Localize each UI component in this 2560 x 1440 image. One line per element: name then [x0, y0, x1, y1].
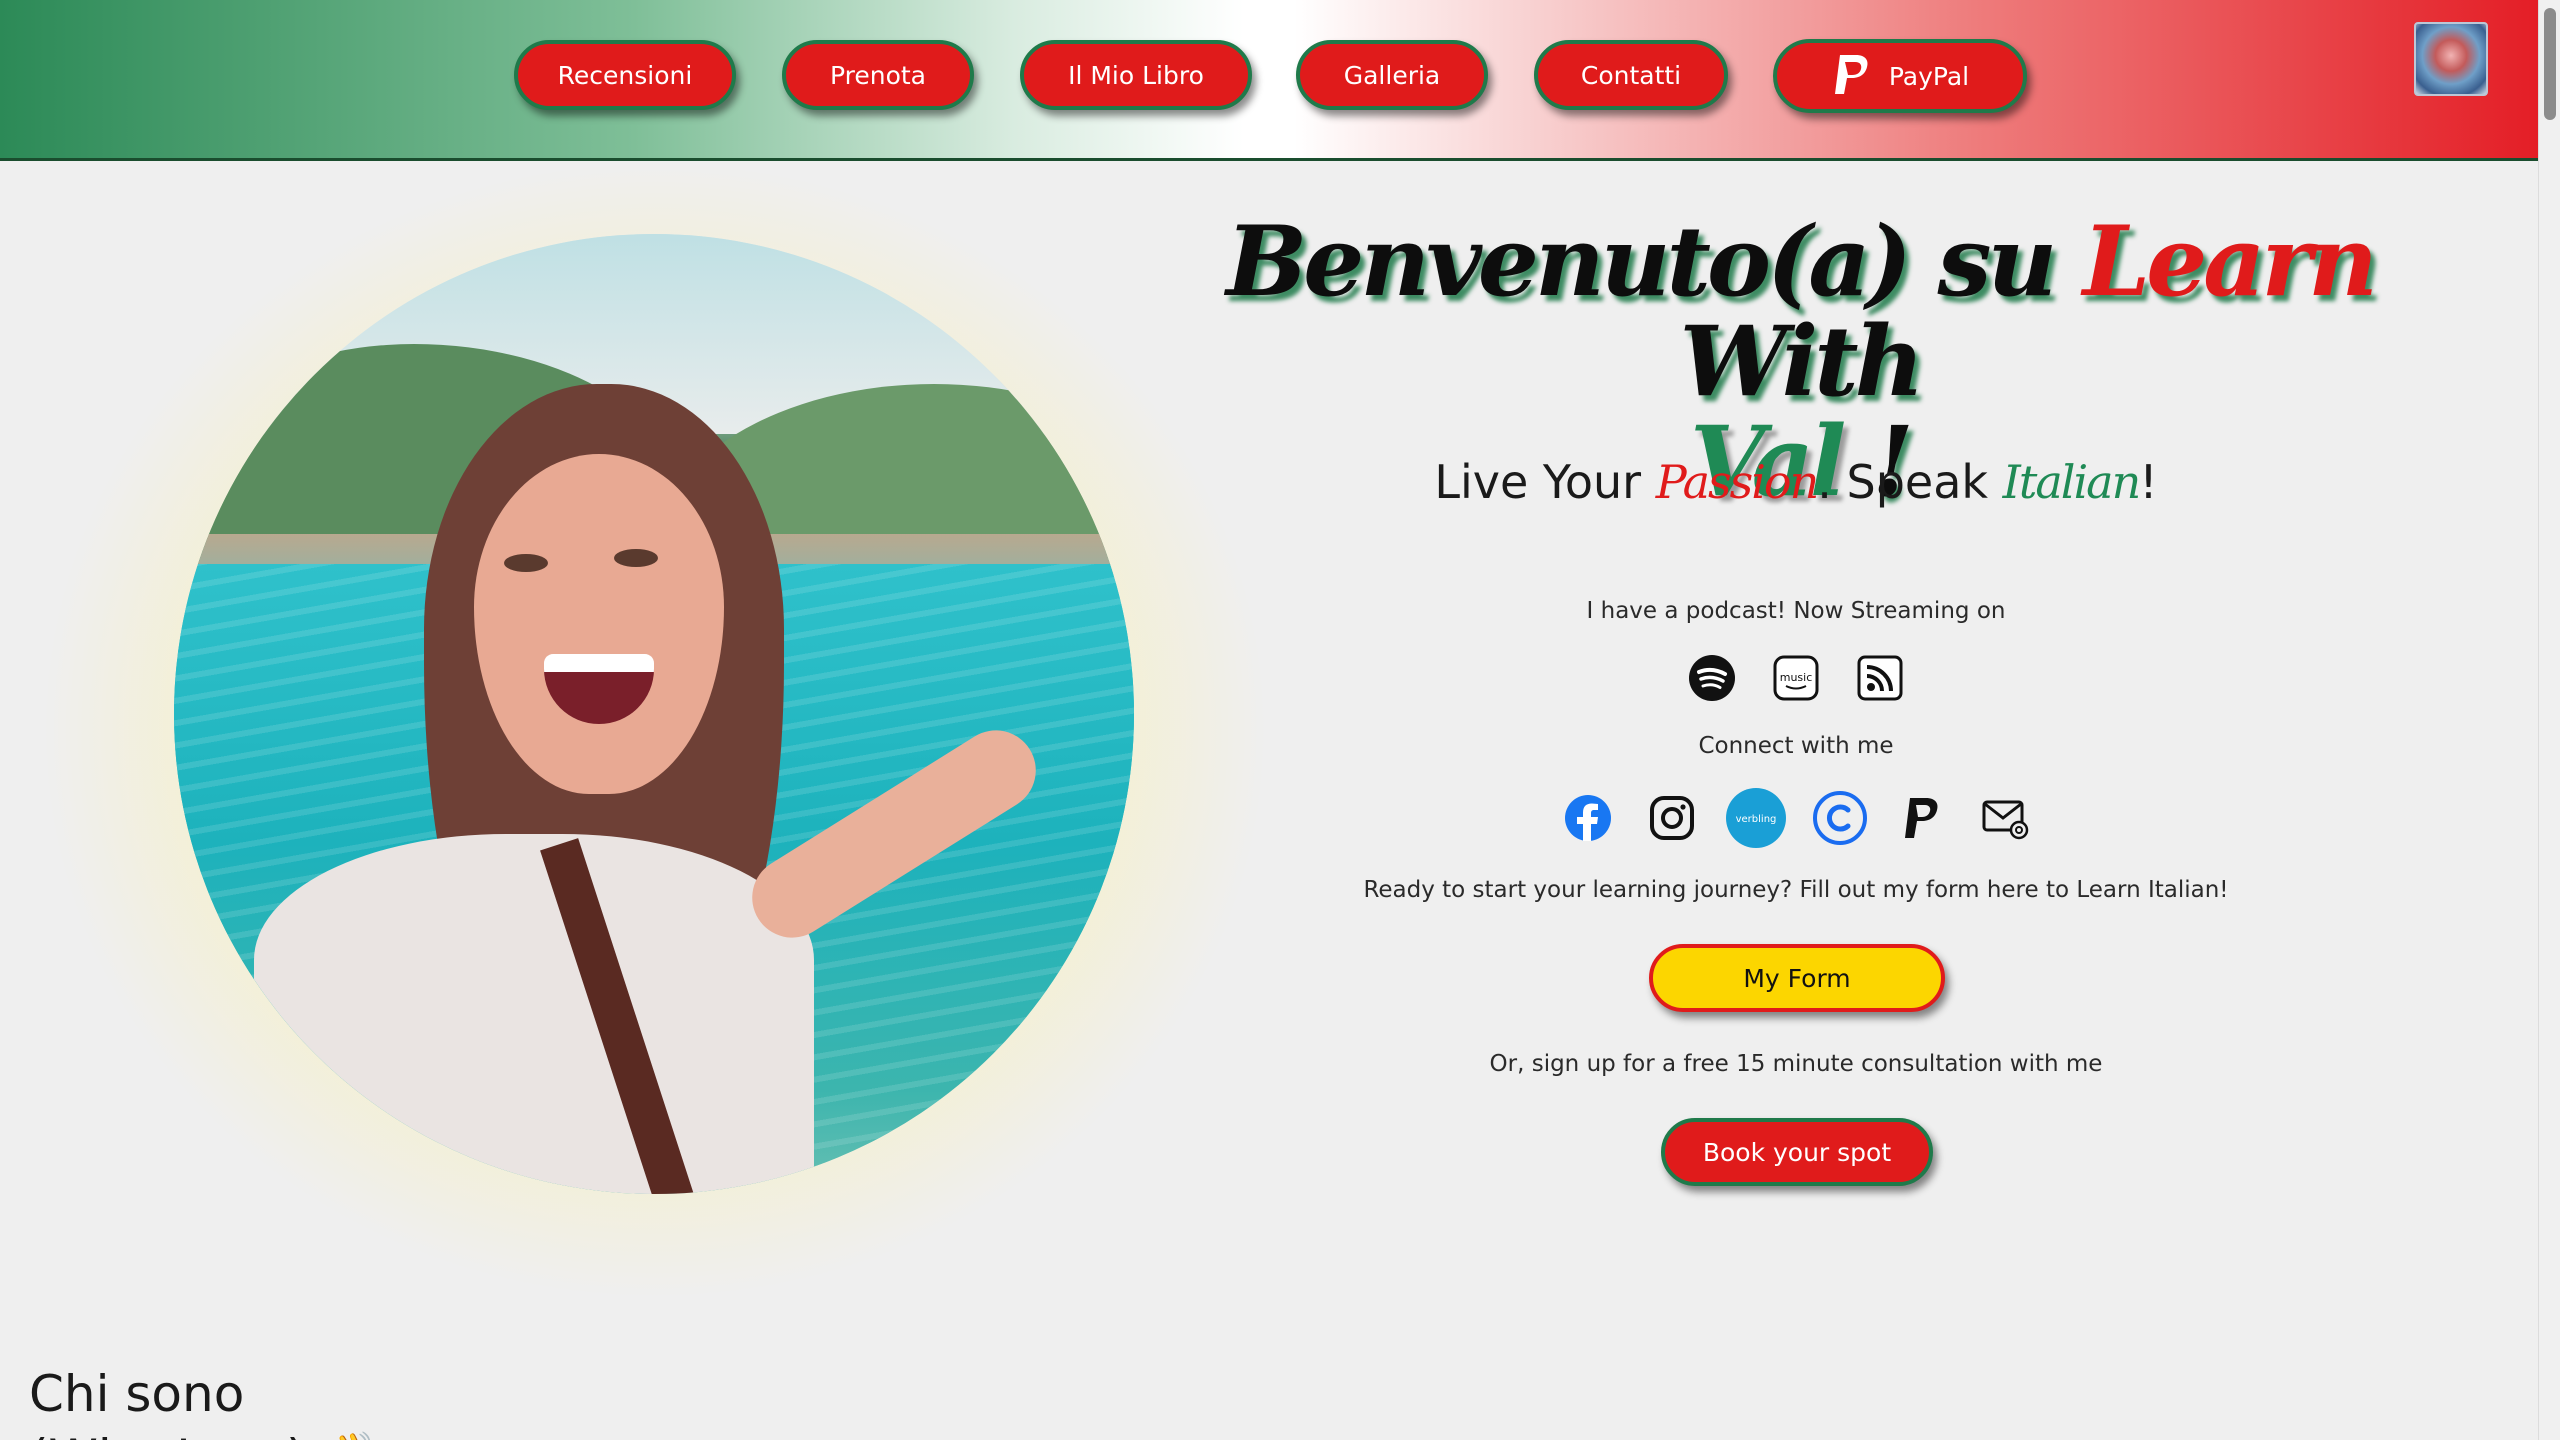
email-icon[interactable] [1980, 792, 2032, 844]
facebook-icon[interactable] [1562, 792, 1614, 844]
about-heading-text: Chi sono [29, 1365, 245, 1423]
rss-icon[interactable] [1854, 652, 1906, 704]
podcast-icons: music [1686, 652, 1906, 708]
instagram-icon[interactable] [1646, 792, 1698, 844]
nav-recensioni-button[interactable]: Recensioni [514, 40, 736, 110]
paypal-icon[interactable] [1896, 792, 1948, 844]
hero-profile-photo [174, 234, 1134, 1194]
tagline: Live Your Passion. Speak Italian! [1296, 455, 2296, 509]
paypal-icon [1831, 52, 1871, 100]
book-your-spot-button[interactable]: Book your spot [1661, 1118, 1933, 1186]
nav-item-label: Il Mio Libro [1068, 60, 1204, 90]
nav-il-mio-libro-button[interactable]: Il Mio Libro [1020, 40, 1252, 110]
tagline-text-3: ! [2139, 455, 2158, 509]
nav-item-label: Prenota [829, 60, 926, 90]
consultation-text: Or, sign up for a free 15 minute consult… [1489, 1051, 2103, 1077]
title-text-1: Benvenuto(a) su [1226, 205, 2083, 318]
nav-paypal-button[interactable]: PayPal [1773, 39, 2027, 113]
site-logo[interactable] [2414, 22, 2488, 96]
social-icons: verbling [1562, 788, 2032, 848]
form-prompt-text: Ready to start your learning journey? Fi… [1363, 877, 2229, 903]
nav-item-label: Contatti [1580, 60, 1682, 90]
calendly-icon[interactable] [1812, 790, 1868, 846]
my-form-label: My Form [1743, 963, 1851, 993]
about-subheading-text: (Who I am) 👋 [29, 1426, 629, 1440]
amazon-music-icon[interactable]: music [1770, 652, 1822, 704]
amazon-music-label: music [1780, 671, 1813, 684]
verbling-icon[interactable]: verbling [1725, 787, 1787, 849]
tagline-italian: Italian [2002, 455, 2142, 509]
nav-galleria-button[interactable]: Galleria [1296, 40, 1488, 110]
nav-item-label: Recensioni [557, 60, 693, 90]
top-navigation-bar: Recensioni Prenota Il Mio Libro Galleria… [0, 0, 2538, 161]
connect-text: Connect with me [1698, 733, 1894, 759]
nav-item-label: PayPal [1888, 61, 1970, 91]
tagline-passion: Passion [1655, 455, 1820, 509]
scrollbar-thumb[interactable] [2544, 8, 2556, 120]
tagline-text-1: Live Your [1434, 455, 1656, 509]
page-scrollbar[interactable] [2538, 0, 2560, 1440]
about-section-heading: Chi sono (Who I am) 👋 [29, 1362, 629, 1440]
podcast-text: I have a podcast! Now Streaming on [1586, 598, 2006, 624]
nav-prenota-button[interactable]: Prenota [782, 40, 974, 110]
my-form-button[interactable]: My Form [1649, 944, 1945, 1012]
spotify-icon[interactable] [1686, 652, 1738, 704]
title-text-with: With [1679, 305, 1925, 418]
title-text-learn: Learn [2082, 205, 2378, 318]
nav-item-label: Galleria [1343, 60, 1441, 90]
tagline-text-2: . Speak [1817, 455, 2003, 509]
book-your-spot-label: Book your spot [1702, 1137, 1892, 1167]
verbling-label: verbling [1736, 814, 1777, 825]
nav-contatti-button[interactable]: Contatti [1534, 40, 1728, 110]
